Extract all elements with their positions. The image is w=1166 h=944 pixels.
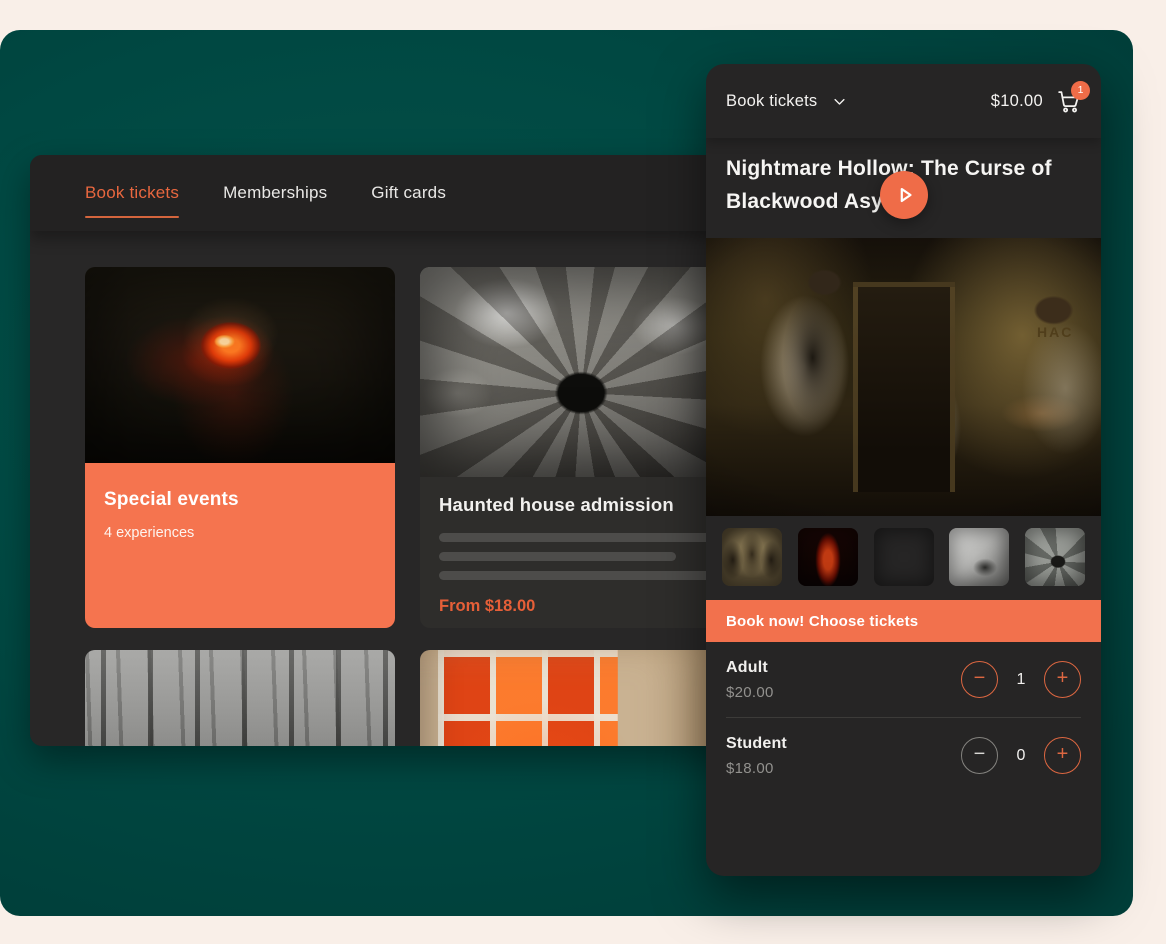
gallery-thumbnails <box>706 528 1101 586</box>
skeleton-line <box>439 552 676 561</box>
card-price: From $18.00 <box>439 597 711 616</box>
haunted-house-card[interactable]: Haunted house admission From $18.00 <box>420 267 730 628</box>
ticket-info: Student $18.00 <box>726 735 787 777</box>
minus-icon[interactable]: − <box>961 737 998 774</box>
desktop-booking-widget: Book tickets Memberships Gift cards Spec… <box>30 155 760 746</box>
thumbnail-zombies[interactable] <box>722 528 782 586</box>
quantity-value: 1 <box>1011 671 1031 689</box>
card-subtitle: 4 experiences <box>104 525 376 541</box>
ticket-row-adult: Adult $20.00 − 1 + <box>706 642 1101 717</box>
minus-icon[interactable]: − <box>961 661 998 698</box>
dropdown-label: Book tickets <box>726 92 817 111</box>
skeleton-line <box>439 571 711 580</box>
plus-icon[interactable]: + <box>1044 737 1081 774</box>
ticket-row-student: Student $18.00 − 0 + <box>706 718 1101 793</box>
quantity-value: 0 <box>1011 747 1031 765</box>
special-events-card[interactable]: Special events 4 experiences <box>85 267 395 628</box>
student-quantity-stepper: − 0 + <box>961 737 1081 774</box>
skeleton-line <box>439 533 711 542</box>
cart-badge: 1 <box>1071 81 1090 100</box>
thumbnail-room-overhead[interactable] <box>949 528 1009 586</box>
ticket-price: $18.00 <box>726 760 787 777</box>
cart-area: $10.00 1 <box>991 89 1081 114</box>
forest-image <box>85 650 395 746</box>
staircase-image <box>420 267 730 477</box>
plus-icon[interactable]: + <box>1044 661 1081 698</box>
book-now-banner: Book now! Choose tickets <box>706 600 1101 642</box>
forest-card[interactable] <box>85 650 395 746</box>
mobile-header: Book tickets $10.00 1 <box>706 64 1101 138</box>
red-window-card[interactable] <box>420 650 730 746</box>
pumpkin-figure-image <box>85 267 395 463</box>
event-video-preview: HAC <box>706 238 1101 516</box>
tab-memberships[interactable]: Memberships <box>223 155 327 231</box>
tab-book-tickets[interactable]: Book tickets <box>85 155 179 231</box>
tab-bar: Book tickets Memberships Gift cards <box>30 155 760 231</box>
card-title: Haunted house admission <box>439 494 711 516</box>
cart-total: $10.00 <box>991 92 1043 111</box>
special-events-card-footer: Special events 4 experiences <box>85 463 395 628</box>
mobile-booking-widget: Book tickets $10.00 1 Nightma <box>706 64 1101 876</box>
thumbnail-stairwell[interactable] <box>1025 528 1085 586</box>
ticket-price: $20.00 <box>726 684 774 701</box>
thumbnail-red-doorway[interactable] <box>798 528 858 586</box>
play-button[interactable] <box>880 171 928 219</box>
cart-button[interactable]: 1 <box>1056 89 1081 114</box>
tab-gift-cards[interactable]: Gift cards <box>371 155 446 231</box>
ticket-info: Adult $20.00 <box>726 659 774 701</box>
ticket-type: Student <box>726 735 787 753</box>
red-window-image <box>420 650 730 746</box>
haunted-house-card-body: Haunted house admission From $18.00 <box>420 477 730 628</box>
book-tickets-dropdown[interactable]: Book tickets <box>726 92 847 111</box>
graffiti-text: HAC <box>1037 324 1073 340</box>
card-title: Special events <box>104 489 376 511</box>
thumbnail-red-door[interactable] <box>874 528 934 586</box>
adult-quantity-stepper: − 1 + <box>961 661 1081 698</box>
play-icon <box>894 184 916 206</box>
chevron-down-icon <box>832 94 847 109</box>
ticket-type: Adult <box>726 659 774 677</box>
